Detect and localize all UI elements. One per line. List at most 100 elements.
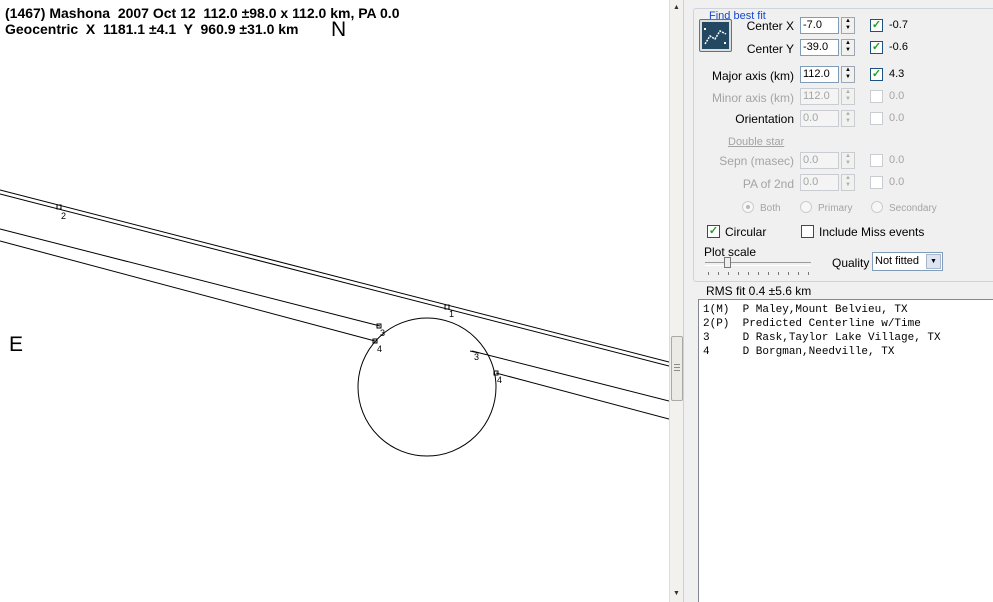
spin-up-icon[interactable]: ▲ (842, 40, 854, 47)
double-star-link[interactable]: Double star (728, 136, 784, 148)
plot-scale-slider-thumb[interactable] (724, 257, 731, 268)
major-axis-spinner[interactable]: ▲ ▼ (841, 66, 855, 83)
pa-2nd-fit-checkbox[interactable] (870, 176, 883, 189)
center-x-spinner[interactable]: ▲ ▼ (841, 17, 855, 34)
orientation-fit-result: 0.0 (889, 112, 905, 124)
sepn-fit-result: 0.0 (889, 154, 905, 166)
chord-line-4-west (0, 240, 376, 342)
spin-down-icon[interactable]: ▼ (842, 96, 854, 103)
slider-tick (788, 272, 789, 275)
grip-line-icon (674, 364, 680, 365)
spin-down-icon[interactable]: ▼ (842, 160, 854, 167)
slider-tick (768, 272, 769, 275)
marker-label: 2 (61, 211, 66, 221)
minor-axis-fit-result: 0.0 (889, 90, 905, 102)
radio-primary[interactable] (800, 201, 812, 213)
slider-tick (808, 272, 809, 275)
sepn-spinner[interactable]: ▲ ▼ (841, 152, 855, 169)
slider-tick (728, 272, 729, 275)
spin-up-icon[interactable]: ▲ (842, 153, 854, 160)
occultation-plot[interactable]: 2 1 3 4 3 4 (1467) Mashona 2007 Oct 12 1… (0, 0, 669, 602)
radio-secondary[interactable] (871, 201, 883, 213)
center-y-fit-checkbox[interactable]: ✓ (870, 41, 883, 54)
spin-up-icon[interactable]: ▲ (842, 111, 854, 118)
major-axis-input[interactable]: 112.0 (800, 66, 839, 83)
slider-tick (798, 272, 799, 275)
center-x-input[interactable]: -7.0 (800, 17, 839, 34)
list-item[interactable]: 4 D Borgman,Needville, TX (703, 345, 894, 359)
find-fit-button[interactable] (699, 19, 732, 52)
observer-list[interactable]: 1(M) P Maley,Mount Belvieu, TX 2(P) Pred… (698, 299, 993, 602)
sepn-label: Sepn (masec) (719, 154, 794, 168)
orientation-spinner[interactable]: ▲ ▼ (841, 110, 855, 127)
pa-2nd-label: PA of 2nd (742, 177, 794, 191)
predicted-centerline-lower (0, 193, 669, 367)
scroll-down-icon[interactable]: ▼ (671, 588, 682, 600)
radio-both[interactable] (742, 201, 754, 213)
fit-control-panel: Find best fit Center X -7.0 ▲ ▼ ✓ -0.7 Ce… (683, 0, 993, 602)
center-x-fit-checkbox[interactable]: ✓ (870, 19, 883, 32)
pa-2nd-spinner[interactable]: ▲ ▼ (841, 174, 855, 191)
plot-scale-slider[interactable] (705, 262, 811, 266)
circular-label: Circular (725, 225, 767, 239)
center-y-input[interactable]: -39.0 (800, 39, 839, 56)
orientation-label: Orientation (735, 112, 794, 126)
slider-tick (718, 272, 719, 275)
include-miss-checkbox[interactable] (801, 225, 814, 238)
spin-up-icon[interactable]: ▲ (842, 89, 854, 96)
list-item[interactable]: 2(P) Predicted Centerline w/Time (703, 317, 921, 331)
marker-label: 3 (474, 352, 479, 362)
orientation-input[interactable]: 0.0 (800, 110, 839, 127)
scrollbar-thumb[interactable] (671, 336, 683, 401)
circular-checkbox[interactable]: ✓ (707, 225, 720, 238)
pa-2nd-input[interactable]: 0.0 (800, 174, 839, 191)
slider-tick (748, 272, 749, 275)
predicted-centerline-upper (0, 189, 669, 363)
spin-up-icon[interactable]: ▲ (842, 175, 854, 182)
east-label: E (9, 333, 24, 356)
plot-header-geocentric: Geocentric X 1181.1 ±4.1 Y 960.9 ±31.0 k… (5, 21, 299, 37)
asteroid-profile-circle (357, 317, 497, 457)
rms-fit-text: RMS fit 0.4 ±5.6 km (706, 284, 812, 298)
marker-label: 1 (449, 309, 454, 319)
list-item[interactable]: 1(M) P Maley,Mount Belvieu, TX (703, 303, 908, 317)
spin-down-icon[interactable]: ▼ (842, 118, 854, 125)
pa-2nd-fit-result: 0.0 (889, 176, 905, 188)
radio-secondary-label: Secondary (889, 203, 937, 214)
minor-axis-spinner[interactable]: ▲ ▼ (841, 88, 855, 105)
minor-axis-fit-checkbox[interactable] (870, 90, 883, 103)
spin-down-icon[interactable]: ▼ (842, 182, 854, 189)
quality-label: Quality (832, 256, 870, 270)
spin-up-icon[interactable]: ▲ (842, 18, 854, 25)
radio-both-label: Both (760, 203, 781, 214)
scroll-up-icon[interactable]: ▲ (671, 2, 682, 14)
center-y-spinner[interactable]: ▲ ▼ (841, 39, 855, 56)
list-item[interactable]: 3 D Rask,Taylor Lake Village, TX (703, 331, 941, 345)
grip-line-icon (674, 367, 680, 368)
slider-tick (708, 272, 709, 275)
plot-canvas: 2 1 3 4 3 4 (0, 189, 669, 457)
major-axis-label: Major axis (km) (711, 69, 794, 83)
spin-up-icon[interactable]: ▲ (842, 67, 854, 74)
center-y-label: Center Y (746, 42, 794, 56)
chord-line-4-east (495, 372, 669, 420)
quality-select-value: Not fitted (875, 255, 920, 267)
major-axis-fit-result: 4.3 (889, 68, 905, 80)
minor-axis-input[interactable]: 112.0 (800, 88, 839, 105)
major-axis-fit-checkbox[interactable]: ✓ (870, 68, 883, 81)
sepn-fit-checkbox[interactable] (870, 154, 883, 167)
orientation-fit-checkbox[interactable] (870, 112, 883, 125)
spin-down-icon[interactable]: ▼ (842, 47, 854, 54)
slider-tick (738, 272, 739, 275)
sepn-input[interactable]: 0.0 (800, 152, 839, 169)
fit-chart-icon (702, 22, 729, 49)
quality-select[interactable]: Not fitted ▼ (872, 252, 943, 271)
plot-vertical-scrollbar[interactable]: ▲ ▼ (669, 0, 683, 602)
slider-tick (778, 272, 779, 275)
spin-down-icon[interactable]: ▼ (842, 25, 854, 32)
center-x-label: Center X (746, 19, 794, 33)
chevron-down-icon[interactable]: ▼ (926, 254, 941, 269)
center-x-fit-result: -0.7 (889, 19, 908, 31)
spin-down-icon[interactable]: ▼ (842, 74, 854, 81)
include-miss-label: Include Miss events (819, 225, 925, 239)
